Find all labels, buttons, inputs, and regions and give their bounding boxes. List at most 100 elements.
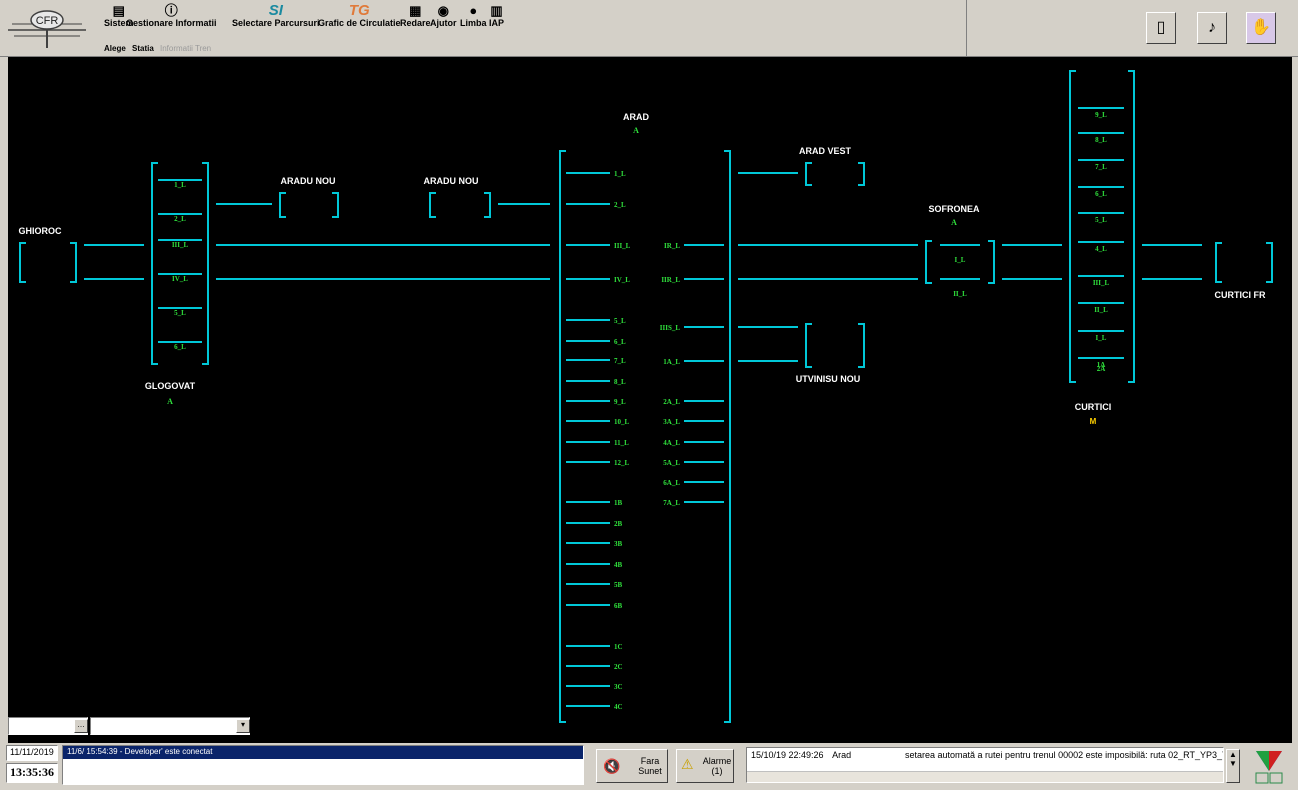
scroll-controls[interactable]: ▲ ▼ (1226, 749, 1240, 783)
track-label-glogovat: III_L (172, 241, 189, 249)
station-bracket-ghioroc[interactable] (19, 242, 77, 283)
menu-grafic-de-circulatie[interactable]: TG Grafic de Circulatie (318, 2, 401, 28)
station-bracket-arad-vest[interactable] (805, 162, 865, 186)
station-code-arad: A (633, 126, 639, 135)
tg-icon: TG (348, 2, 370, 19)
track-label-arad-left: 9_L (614, 398, 626, 406)
station-bracket-glogovat[interactable] (151, 162, 209, 365)
menu-selectare-parcursuri[interactable]: SI Selectare Parcursuri (232, 3, 320, 28)
menu-label: Gestionare Informatii (126, 18, 217, 28)
clock-field: 13:35:36 (6, 763, 58, 783)
track-label-arad-left: 12_L (614, 459, 630, 467)
warning-icon: ⚠ (681, 756, 694, 772)
track-label-arad-left: 6_L (614, 338, 626, 346)
station-bracket-aradu-nou[interactable] (429, 192, 491, 218)
track-label-arad-right: IIIS_L (660, 324, 681, 332)
submenu-informatii-tren: Informatii Tren (160, 44, 212, 53)
track-label-arad-left: 3B (614, 540, 623, 548)
track-label-arad-left: 11_L (614, 439, 629, 447)
station-name-arad-vest: ARAD VEST (799, 146, 852, 156)
top-toolbar: CFR ▤ Sistem ⓘ Gestionare Informatii SI Selec… (0, 0, 1298, 57)
help-icon: ◉ (437, 3, 449, 18)
log-panel: 11/6/ 15:54:39 - Developer' este conecta… (62, 745, 584, 785)
station-code-sofronea: A (951, 218, 957, 227)
globe-icon: ● (469, 3, 478, 18)
track-label-arad-left: 4C (614, 703, 623, 711)
station-bracket-utvinisu-nou[interactable] (805, 323, 865, 368)
track-label-arad-left: 7_L (614, 357, 626, 365)
track-label-curtici: 4_L (1095, 245, 1107, 253)
track-label-arad-right: IR_L (664, 242, 680, 250)
menu-ajutor[interactable]: ◉ Ajutor (430, 3, 457, 29)
station-code-glogovat: A (167, 397, 173, 406)
track-label-curtici: 2A (1097, 365, 1106, 373)
station-name-curtici-fr: CURTICI FR (1215, 290, 1266, 300)
track-label-curtici: 5_L (1095, 216, 1107, 224)
alarm-station: Arad (832, 750, 852, 760)
track-label-arad-left: 5B (614, 581, 623, 589)
menu-label: Ajutor (430, 18, 457, 28)
station-name-ghioroc: GHIOROC (18, 226, 62, 236)
track-label-curtici: 6_L (1095, 190, 1107, 198)
priority-triangle-icon[interactable] (1252, 747, 1286, 785)
station-name-sofronea: SOFRONEA (928, 204, 980, 214)
station-name-glogovat: GLOGOVAT (145, 381, 196, 391)
track-label-curtici: II_L (1094, 306, 1108, 314)
station-bracket-arad[interactable] (559, 150, 731, 723)
submenu-statia[interactable]: Statia (132, 44, 154, 53)
menu-label: Redare (400, 18, 431, 28)
notepad-icon[interactable]: ▯ (1146, 12, 1176, 44)
logo-text: CFR (36, 15, 59, 27)
info-icon: ⓘ (164, 3, 178, 18)
bell-icon[interactable]: ♪ (1197, 12, 1227, 44)
alarms-button[interactable]: ⚠ Alarme (1) (676, 749, 734, 783)
station-name-arad: ARAD (623, 112, 649, 122)
track-label-sofronea: II_L (953, 290, 967, 298)
station-name-aradu-nou: ARADU NOU (281, 176, 336, 186)
track-label-glogovat: IV_L (172, 275, 188, 283)
alarm-scrollbar[interactable] (747, 771, 1223, 782)
alarm-time: 15/10/19 22:49:26 (751, 750, 824, 760)
menu-iap[interactable]: ▥ IAP (489, 4, 505, 29)
station-name-utvinisu-nou: UTVINISU NOU (796, 374, 861, 384)
hand-icon[interactable]: ✋ (1246, 12, 1276, 44)
track-label-arad-left: 2_L (614, 201, 626, 209)
station-bracket-aradu-nou[interactable] (279, 192, 339, 218)
cfr-logo: CFR (4, 4, 90, 50)
track-label-arad-left: 5_L (614, 317, 626, 325)
alarms-label: Alarme (1) (702, 756, 732, 776)
menu-limba[interactable]: ● Limba (460, 3, 487, 29)
track-label-arad-left: 6B (614, 602, 623, 610)
date-field: 11/11/2019 (6, 745, 58, 761)
mute-sound-button[interactable]: 🔇 Fara Sunet (596, 749, 668, 783)
submenu-alege[interactable]: Alege (104, 44, 126, 53)
track-label-arad-right: 6A_L (663, 479, 680, 487)
station-select[interactable] (90, 717, 250, 735)
track-label-glogovat: 1_L (174, 181, 186, 189)
track-label-arad-right: IIR_L (661, 276, 680, 284)
track-label-curtici: 7_L (1095, 163, 1107, 171)
track-label-glogovat: 6_L (174, 343, 186, 351)
track-label-arad-right: 2A_L (663, 398, 680, 406)
chevron-down-icon[interactable]: ▾ (236, 719, 250, 733)
browse-button[interactable]: … (74, 719, 88, 733)
track-label-arad-left: IV_L (614, 276, 630, 284)
menu-gestionare-informatii[interactable]: ⓘ Gestionare Informatii (126, 3, 217, 29)
track-label-sofronea: I_L (955, 256, 966, 264)
track-label-arad-right: 4A_L (663, 439, 680, 447)
toolbar-divider (966, 0, 967, 56)
station-bracket-curtici-fr[interactable] (1215, 242, 1273, 283)
menu-redare[interactable]: ▦ Redare (400, 4, 431, 29)
track-diagram: GHIOROC GLOGOVAT A ARADU NOU ARADU NOU ARAD A A… (8, 57, 1292, 743)
station-code-curtici: M (1090, 417, 1097, 426)
track-label-arad-left: 3C (614, 683, 623, 691)
track-label-arad-left: 1B (614, 499, 623, 507)
station-name-aradu-nou: ARADU NOU (424, 176, 479, 186)
track-label-curtici: 9_L (1095, 111, 1107, 119)
track-label-arad-left: 1C (614, 643, 623, 651)
track-label-arad-right: 3A_L (663, 418, 680, 426)
track-label-arad-right: 7A_L (663, 499, 680, 507)
track-label-curtici: 8_L (1095, 136, 1107, 144)
menu-label: IAP (489, 18, 505, 28)
alarm-list: 15/10/19 22:49:26 Arad setarea automată … (746, 747, 1224, 783)
